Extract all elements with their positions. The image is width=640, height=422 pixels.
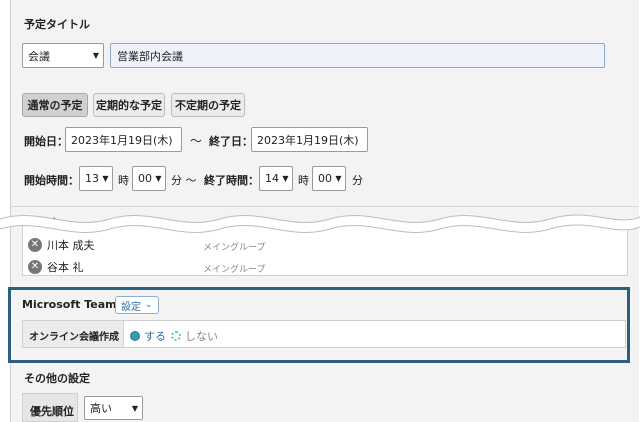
start-date-value: 2023年1月19日(木) [71, 133, 173, 147]
end-time-label: 終了時間： [204, 174, 259, 187]
other-settings-label: その他の設定 [24, 372, 90, 385]
tab-normal-schedule[interactable]: 通常の予定 [22, 93, 88, 117]
member-name: 川本 成夫 [47, 239, 95, 252]
remove-icon[interactable]: ✕ [28, 238, 42, 252]
chevron-down-icon: ▼ [131, 403, 139, 413]
member-group: メイングループ [203, 243, 266, 253]
online-meeting-row: オンライン会議作成 する しない [22, 320, 626, 348]
radio-unselected-icon [171, 331, 181, 341]
chevron-down-icon: ▼ [282, 174, 289, 183]
online-meeting-label: オンライン会議作成 [29, 332, 119, 343]
minute-unit-tilde: 分 〜 [171, 174, 197, 187]
date-separator: 〜 [190, 134, 203, 148]
member-group: メイングループ [203, 265, 266, 275]
member-name: 谷本 礼 [47, 261, 84, 274]
hour-unit: 時 [118, 174, 129, 187]
chevron-down-icon: ▼ [335, 174, 342, 183]
priority-label: 優先順位 [30, 405, 74, 418]
start-date-label: 開始日： [24, 135, 68, 148]
radio-selected-icon [130, 331, 140, 341]
chevron-down-icon: ▼ [102, 174, 109, 183]
teams-label: Microsoft Teams [22, 298, 124, 311]
online-meeting-no-option[interactable]: しない [171, 328, 218, 344]
hour-unit: 時 [298, 174, 309, 187]
title-section-label: 予定タイトル [24, 18, 90, 31]
minute-unit: 分 [352, 174, 363, 187]
end-date-label: 終了日： [209, 135, 253, 148]
teams-setting-label: 設定 [121, 301, 141, 313]
tab-irregular-schedule[interactable]: 不定期の予定 [171, 93, 245, 117]
option-yes-label: する [144, 330, 166, 343]
start-date-field[interactable]: 2023年1月19日(木) [65, 127, 182, 152]
end-date-value: 2023年1月19日(木) [257, 133, 359, 147]
remove-icon[interactable]: ✕ [28, 260, 42, 274]
title-input[interactable]: 営業部内会議 [110, 43, 605, 68]
category-select[interactable]: 会議 ▼ [22, 43, 104, 68]
end-date-field[interactable]: 2023年1月19日(木) [251, 127, 368, 152]
online-meeting-yes-option[interactable]: する [130, 328, 166, 344]
wave-break-decoration [0, 214, 640, 233]
start-time-label: 開始時間： [24, 174, 79, 187]
tab-recurring-schedule[interactable]: 定期的な予定 [93, 93, 165, 117]
end-minute-select[interactable]: 00 ▼ [312, 166, 346, 191]
chevron-down-icon: ⌄ [145, 300, 153, 310]
start-hour-value: 13 [85, 172, 99, 185]
category-value: 会議 [28, 49, 50, 63]
end-hour-value: 14 [265, 172, 279, 185]
start-minute-select[interactable]: 00 ▼ [132, 166, 166, 191]
end-hour-select[interactable]: 14 ▼ [259, 166, 293, 191]
list-item: ✕ 谷本 礼 [28, 259, 84, 275]
priority-value: 高い [90, 402, 112, 415]
start-minute-value: 00 [138, 172, 152, 185]
list-item: ✕ 川本 成夫 [28, 237, 95, 253]
teams-section: Microsoft Teams 設定 ⌄ オンライン会議作成 する しない [8, 287, 630, 363]
teams-setting-button[interactable]: 設定 ⌄ [115, 296, 159, 314]
end-minute-value: 00 [318, 172, 332, 185]
chevron-down-icon: ▼ [92, 51, 100, 60]
option-no-label: しない [185, 330, 218, 343]
title-input-value: 営業部内会議 [117, 49, 183, 63]
priority-select[interactable]: 高い ▼ [84, 396, 143, 420]
start-hour-select[interactable]: 13 ▼ [79, 166, 113, 191]
chevron-down-icon: ▼ [155, 174, 162, 183]
